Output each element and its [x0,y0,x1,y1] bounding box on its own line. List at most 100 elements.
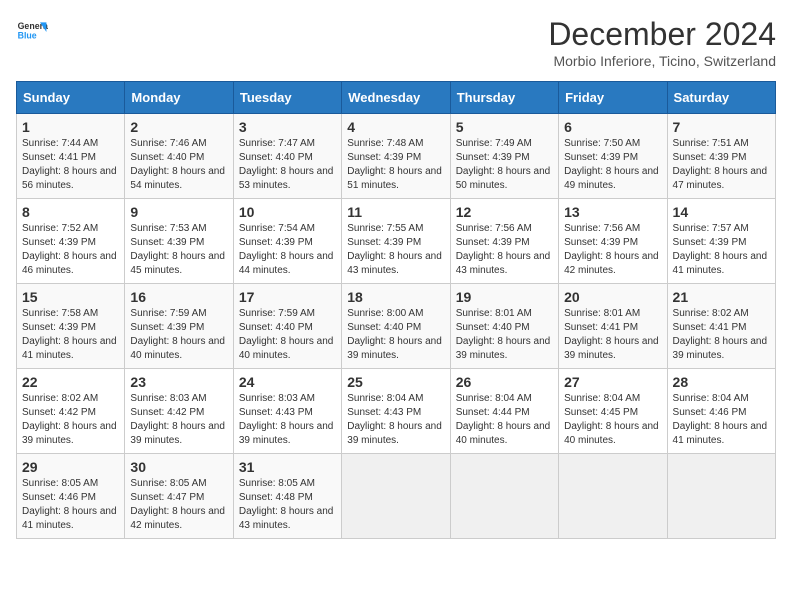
col-header-monday: Monday [125,82,233,114]
calendar-week-3: 15Sunrise: 7:58 AMSunset: 4:39 PMDayligh… [17,284,776,369]
day-info: Sunrise: 7:55 AMSunset: 4:39 PMDaylight:… [347,222,444,278]
day-info: Sunrise: 7:51 AMSunset: 4:39 PMDaylight:… [673,137,770,193]
calendar-cell: 9 Sunrise: 7:53 AMSunset: 4:39 PMDaylight… [125,199,233,284]
logo: General Blue [16,16,48,48]
day-number: 16 [130,289,227,305]
calendar-cell: 19 Sunrise: 8:01 AMSunset: 4:40 PMDayligh… [450,284,558,369]
calendar-cell: 14 Sunrise: 7:57 AMSunset: 4:39 PMDayligh… [667,199,775,284]
calendar-cell: 20 Sunrise: 8:01 AMSunset: 4:41 PMDayligh… [559,284,667,369]
calendar-cell: 3 Sunrise: 7:47 AMSunset: 4:40 PMDaylight… [233,114,341,199]
day-number: 23 [130,374,227,390]
col-header-tuesday: Tuesday [233,82,341,114]
col-header-wednesday: Wednesday [342,82,450,114]
header: General Blue December 2024 Morbio Inferi… [16,16,776,69]
calendar-cell: 2Sunrise: 7:46 AMSunset: 4:40 PMDaylight… [125,114,233,199]
day-info: Sunrise: 8:04 AMSunset: 4:45 PMDaylight:… [564,392,661,448]
day-info: Sunrise: 7:52 AMSunset: 4:39 PMDaylight:… [22,222,119,278]
day-info: Sunrise: 7:59 AMSunset: 4:40 PMDaylight:… [239,307,336,363]
day-info: Sunrise: 7:44 AMSunset: 4:41 PMDaylight:… [22,137,119,193]
day-number: 24 [239,374,336,390]
day-number: 17 [239,289,336,305]
day-number: 20 [564,289,661,305]
day-number: 18 [347,289,444,305]
calendar-cell: 27 Sunrise: 8:04 AMSunset: 4:45 PMDayligh… [559,369,667,454]
day-info: Sunrise: 8:01 AMSunset: 4:41 PMDaylight:… [564,307,661,363]
day-info: Sunrise: 7:50 AMSunset: 4:39 PMDaylight:… [564,137,661,193]
svg-text:Blue: Blue [18,30,37,40]
day-info: Sunrise: 7:57 AMSunset: 4:39 PMDaylight:… [673,222,770,278]
calendar-cell: 23Sunrise: 8:03 AMSunset: 4:42 PMDayligh… [125,369,233,454]
calendar-cell: 29Sunrise: 8:05 AMSunset: 4:46 PMDayligh… [17,454,125,539]
calendar-cell: 16Sunrise: 7:59 AMSunset: 4:39 PMDayligh… [125,284,233,369]
calendar-cell: 15Sunrise: 7:58 AMSunset: 4:39 PMDayligh… [17,284,125,369]
calendar-week-1: 1 Sunrise: 7:44 AMSunset: 4:41 PMDaylight… [17,114,776,199]
calendar-cell: 12Sunrise: 7:56 AMSunset: 4:39 PMDayligh… [450,199,558,284]
day-number: 19 [456,289,553,305]
day-info: Sunrise: 8:04 AMSunset: 4:46 PMDaylight:… [673,392,770,448]
title-area: December 2024 Morbio Inferiore, Ticino, … [548,16,776,69]
calendar-cell [559,454,667,539]
day-number: 28 [673,374,770,390]
calendar-week-5: 29Sunrise: 8:05 AMSunset: 4:46 PMDayligh… [17,454,776,539]
day-info: Sunrise: 7:54 AMSunset: 4:39 PMDaylight:… [239,222,336,278]
col-header-sunday: Sunday [17,82,125,114]
day-info: Sunrise: 7:47 AMSunset: 4:40 PMDaylight:… [239,137,336,193]
calendar-table: SundayMondayTuesdayWednesdayThursdayFrid… [16,81,776,539]
day-info: Sunrise: 7:56 AMSunset: 4:39 PMDaylight:… [456,222,553,278]
day-info: Sunrise: 7:53 AMSunset: 4:39 PMDaylight:… [130,222,227,278]
day-number: 13 [564,204,661,220]
day-number: 27 [564,374,661,390]
month-title: December 2024 [548,16,776,53]
day-number: 3 [239,119,336,135]
calendar-cell [450,454,558,539]
calendar-cell: 24 Sunrise: 8:03 AMSunset: 4:43 PMDayligh… [233,369,341,454]
calendar-cell: 7 Sunrise: 7:51 AMSunset: 4:39 PMDaylight… [667,114,775,199]
day-number: 8 [22,204,119,220]
calendar-cell: 21 Sunrise: 8:02 AMSunset: 4:41 PMDayligh… [667,284,775,369]
day-info: Sunrise: 7:48 AMSunset: 4:39 PMDaylight:… [347,137,444,193]
day-info: Sunrise: 7:49 AMSunset: 4:39 PMDaylight:… [456,137,553,193]
day-info: Sunrise: 8:04 AMSunset: 4:43 PMDaylight:… [347,392,444,448]
day-info: Sunrise: 8:02 AMSunset: 4:41 PMDaylight:… [673,307,770,363]
day-info: Sunrise: 8:02 AMSunset: 4:42 PMDaylight:… [22,392,119,448]
calendar-cell: 10Sunrise: 7:54 AMSunset: 4:39 PMDayligh… [233,199,341,284]
calendar-cell [667,454,775,539]
calendar-cell [342,454,450,539]
day-info: Sunrise: 8:03 AMSunset: 4:43 PMDaylight:… [239,392,336,448]
day-number: 30 [130,459,227,475]
day-number: 14 [673,204,770,220]
day-number: 21 [673,289,770,305]
calendar-cell: 17 Sunrise: 7:59 AMSunset: 4:40 PMDayligh… [233,284,341,369]
location-title: Morbio Inferiore, Ticino, Switzerland [548,53,776,69]
day-number: 31 [239,459,336,475]
calendar-cell: 13 Sunrise: 7:56 AMSunset: 4:39 PMDayligh… [559,199,667,284]
calendar-week-4: 22Sunrise: 8:02 AMSunset: 4:42 PMDayligh… [17,369,776,454]
day-number: 5 [456,119,553,135]
day-info: Sunrise: 8:05 AMSunset: 4:47 PMDaylight:… [130,477,227,533]
day-number: 26 [456,374,553,390]
logo-icon: General Blue [16,16,48,48]
day-info: Sunrise: 7:56 AMSunset: 4:39 PMDaylight:… [564,222,661,278]
day-info: Sunrise: 8:04 AMSunset: 4:44 PMDaylight:… [456,392,553,448]
day-info: Sunrise: 8:01 AMSunset: 4:40 PMDaylight:… [456,307,553,363]
calendar-cell: 22Sunrise: 8:02 AMSunset: 4:42 PMDayligh… [17,369,125,454]
calendar-cell: 4Sunrise: 7:48 AMSunset: 4:39 PMDaylight… [342,114,450,199]
calendar-cell: 1 Sunrise: 7:44 AMSunset: 4:41 PMDaylight… [17,114,125,199]
calendar-cell: 8 Sunrise: 7:52 AMSunset: 4:39 PMDaylight… [17,199,125,284]
col-header-saturday: Saturday [667,82,775,114]
calendar-cell: 5 Sunrise: 7:49 AMSunset: 4:39 PMDaylight… [450,114,558,199]
calendar-cell: 25 Sunrise: 8:04 AMSunset: 4:43 PMDayligh… [342,369,450,454]
day-number: 2 [130,119,227,135]
day-number: 25 [347,374,444,390]
calendar-cell: 26 Sunrise: 8:04 AMSunset: 4:44 PMDayligh… [450,369,558,454]
day-number: 1 [22,119,119,135]
day-number: 7 [673,119,770,135]
day-number: 15 [22,289,119,305]
day-number: 9 [130,204,227,220]
day-info: Sunrise: 8:00 AMSunset: 4:40 PMDaylight:… [347,307,444,363]
calendar-cell: 31Sunrise: 8:05 AMSunset: 4:48 PMDayligh… [233,454,341,539]
col-header-friday: Friday [559,82,667,114]
day-info: Sunrise: 8:05 AMSunset: 4:46 PMDaylight:… [22,477,119,533]
col-header-thursday: Thursday [450,82,558,114]
calendar-cell: 28 Sunrise: 8:04 AMSunset: 4:46 PMDayligh… [667,369,775,454]
